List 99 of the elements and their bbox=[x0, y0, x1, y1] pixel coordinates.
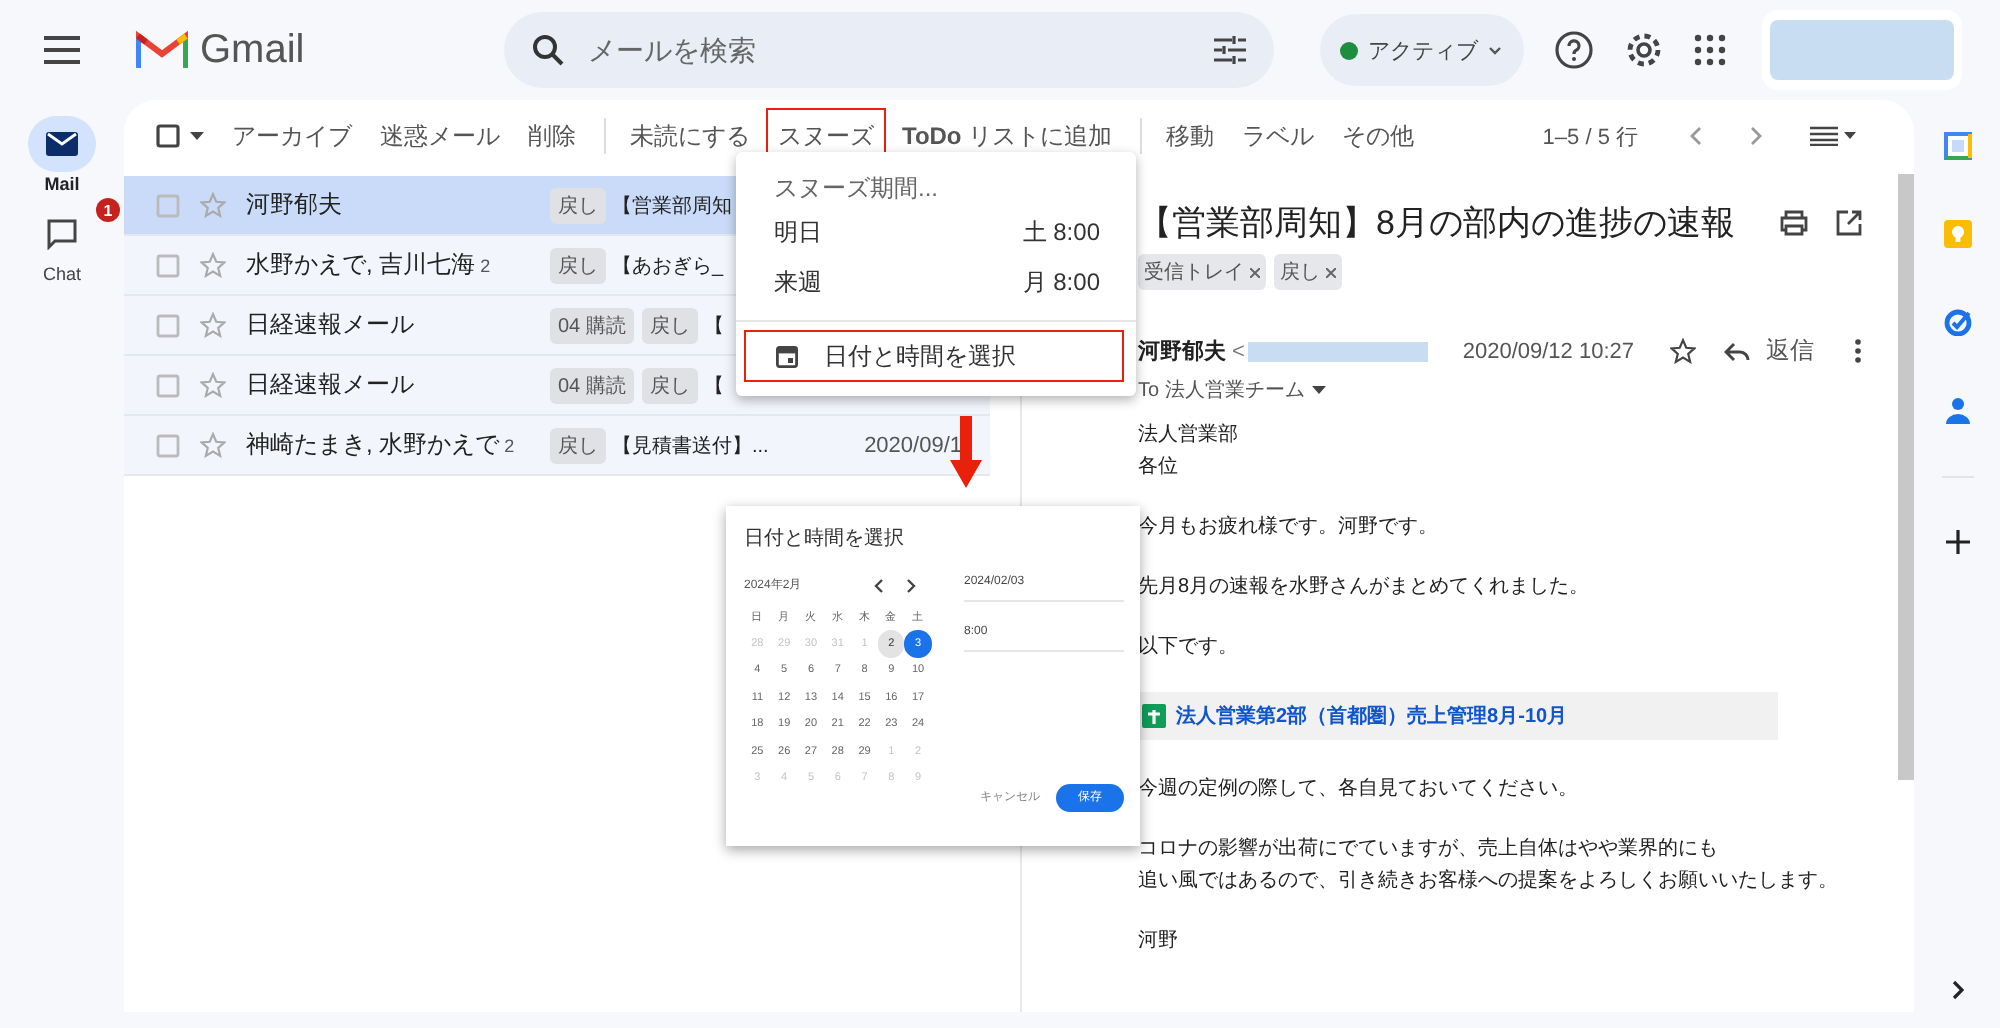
expand-chevron-icon[interactable] bbox=[1951, 980, 1963, 1000]
density-icon[interactable] bbox=[1810, 126, 1858, 146]
body-paragraph: コロナの影響が出荷にでていますが、売上自体はやや業界的にも 追い風ではあるので、引き続きお客様への提案をよろしくお願いいたします。 bbox=[1138, 835, 1838, 896]
apps-icon[interactable] bbox=[1694, 34, 1726, 66]
caret-icon bbox=[1488, 45, 1502, 55]
sender-name: 河野郁夫 bbox=[1138, 337, 1226, 366]
chevron-right-icon[interactable] bbox=[906, 577, 916, 593]
calendar-app-icon[interactable] bbox=[1943, 132, 1971, 160]
checkbox[interactable] bbox=[156, 124, 180, 148]
logo-text: Gmail bbox=[200, 27, 305, 73]
star-icon[interactable] bbox=[200, 252, 226, 278]
chevron-left-icon[interactable] bbox=[874, 577, 884, 593]
toolbar-action[interactable]: アーカイブ bbox=[220, 107, 364, 165]
message-row[interactable]: 神崎たまき, 水野かえで 2 戻し 【見積書送付】... 2020/09/1 bbox=[124, 416, 990, 476]
attachment-link[interactable]: 法人営業第2部（首都圏）売上管理8月-10月 bbox=[1176, 702, 1568, 730]
sender-name: 水野かえで, 吉川七海 2 bbox=[246, 248, 493, 282]
subject-text: 【見積書送付】... bbox=[612, 433, 769, 459]
star-icon[interactable] bbox=[1670, 338, 1696, 364]
recipient-dropdown[interactable]: To 法人営業チーム bbox=[1138, 376, 1327, 404]
subject-text: 【あおぎら_ bbox=[612, 253, 724, 279]
reply-button[interactable]: 返信 bbox=[1724, 334, 1814, 368]
label-chip: 04 購読 bbox=[550, 367, 634, 403]
sender-name: 河野郁夫 bbox=[246, 188, 344, 222]
contacts-app-icon[interactable] bbox=[1945, 396, 1969, 424]
toolbar-action[interactable]: 移動 bbox=[1154, 107, 1227, 165]
body-paragraph: 以下です。 bbox=[1138, 633, 1238, 662]
toolbar-action[interactable]: ToDo リストに追加 bbox=[890, 107, 1125, 165]
page-range: 1–5 / 5 行 bbox=[1542, 123, 1638, 151]
caret-icon[interactable] bbox=[190, 132, 204, 140]
body-paragraph: 今週の定例の際して、各自見ておいてください。 bbox=[1138, 775, 1578, 804]
menu-header: スヌーズ期間... bbox=[772, 172, 941, 206]
open-in-new-window-icon[interactable] bbox=[1836, 210, 1862, 236]
option-label: 来週 bbox=[774, 266, 822, 300]
envelope-logo-icon bbox=[136, 30, 188, 70]
mail-nav-button[interactable] bbox=[28, 116, 96, 172]
subject-text: 【 bbox=[703, 313, 724, 339]
attachment-card[interactable]: 法人営業第2部（首都圏）売上管理8月-10月 bbox=[1134, 692, 1778, 740]
star-icon[interactable] bbox=[200, 372, 226, 398]
email-date: 2020/09/12 10:27 bbox=[1462, 339, 1634, 363]
email-bracket: < bbox=[1232, 339, 1245, 363]
filter-options-icon[interactable] bbox=[1214, 36, 1246, 64]
calendar-icon bbox=[776, 344, 798, 368]
subject-text: 【 bbox=[703, 373, 724, 399]
tasks-app-icon[interactable] bbox=[1943, 308, 1971, 336]
toolbar-action[interactable]: 未読にする bbox=[618, 107, 762, 165]
label-chip: 戻し bbox=[550, 247, 606, 283]
label-chip: 戻し bbox=[550, 427, 606, 463]
label-chip: 戻し bbox=[641, 307, 698, 343]
toolbar-action[interactable]: 迷惑メール bbox=[368, 107, 512, 165]
checkbox[interactable] bbox=[156, 313, 180, 337]
toolbar-action[interactable]: ラベル bbox=[1230, 107, 1327, 165]
subject-text: 【営業部周知 bbox=[612, 193, 732, 219]
settings-icon[interactable] bbox=[1624, 30, 1664, 70]
label-chip[interactable]: 戻し bbox=[1274, 254, 1342, 290]
dialog-title: 日付と時間を選択 bbox=[744, 525, 906, 552]
checkbox[interactable] bbox=[156, 373, 180, 397]
pick-date-option[interactable]: 日付と時間を選択 bbox=[744, 330, 1124, 382]
remove-icon[interactable] bbox=[1250, 267, 1260, 277]
option-time: 月 8:00 bbox=[1022, 266, 1100, 300]
search-input[interactable]: メールを検索 bbox=[584, 32, 1194, 68]
chat-icon bbox=[46, 218, 78, 250]
status-button[interactable]: アクティブ bbox=[1320, 14, 1524, 86]
more-options-icon[interactable] bbox=[1854, 338, 1862, 364]
star-icon[interactable] bbox=[200, 312, 226, 338]
help-icon[interactable] bbox=[1554, 30, 1594, 70]
mail-icon bbox=[46, 132, 78, 156]
search-icon[interactable] bbox=[532, 34, 564, 66]
notification-badge: 1 bbox=[96, 198, 120, 222]
menu-icon[interactable] bbox=[44, 36, 80, 64]
body-paragraph: 今月もお疲れ様です。河野です。 bbox=[1138, 513, 1438, 542]
caret-icon bbox=[1312, 386, 1327, 394]
checkbox[interactable] bbox=[156, 253, 180, 277]
checkbox[interactable] bbox=[156, 193, 180, 217]
email-subject: 【営業部周知】8月の部内の進捗の速報 bbox=[1138, 202, 1735, 246]
option-time: 土 8:00 bbox=[1022, 216, 1100, 250]
toolbar-action[interactable]: その他 bbox=[1330, 107, 1427, 165]
date-text: 2020/09/1 bbox=[864, 433, 962, 457]
star-icon[interactable] bbox=[200, 192, 226, 218]
body-paragraph: 法人営業部 各位 bbox=[1138, 421, 1238, 482]
label-chip: 戻し bbox=[550, 187, 606, 223]
label-chip: 04 購読 bbox=[550, 307, 634, 343]
star-icon[interactable] bbox=[200, 432, 226, 458]
sender-name: 日経速報メール bbox=[246, 368, 416, 402]
print-icon[interactable] bbox=[1780, 210, 1808, 236]
add-icon[interactable] bbox=[1945, 530, 1969, 554]
remove-icon[interactable] bbox=[1326, 267, 1336, 277]
sender-name: 神崎たまき, 水野かえで 2 bbox=[246, 428, 517, 462]
body-paragraph: 先月8月の速報を水野さんがまとめてくれました。 bbox=[1138, 573, 1590, 602]
label-chip: 戻し bbox=[641, 367, 698, 403]
label-chip[interactable]: 受信トレイ bbox=[1138, 254, 1266, 290]
scrollbar[interactable] bbox=[1898, 174, 1914, 780]
search-bar[interactable]: メールを検索 bbox=[504, 12, 1274, 88]
nav-label: Mail bbox=[44, 174, 80, 194]
checkbox[interactable] bbox=[156, 433, 180, 457]
toolbar-action[interactable]: 削除 bbox=[516, 107, 588, 165]
nav-label: Chat bbox=[42, 264, 81, 284]
reply-icon bbox=[1724, 341, 1750, 361]
body-paragraph: 河野 bbox=[1138, 928, 1178, 956]
sender-name: 日経速報メール bbox=[246, 308, 416, 342]
